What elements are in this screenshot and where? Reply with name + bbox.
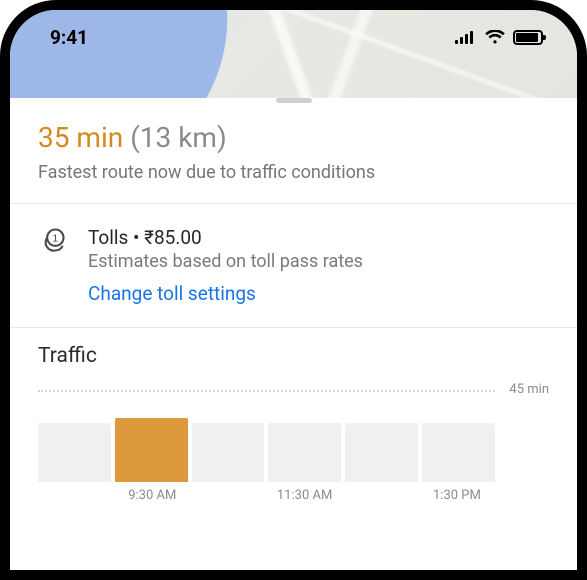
chart-bars [38, 390, 549, 482]
toll-text: Tolls • ₹85.00 Estimates based on toll p… [88, 226, 549, 305]
device-frame: 9:41 35 min (13 km) Fastest route now du… [0, 0, 587, 580]
toll-coin-icon: 1 [38, 226, 68, 305]
chart-x-tick [343, 488, 419, 503]
status-time: 9:41 [50, 26, 88, 49]
chart-bar[interactable] [38, 423, 111, 482]
chart-bar[interactable] [115, 418, 188, 482]
change-toll-settings-link[interactable]: Change toll settings [88, 282, 256, 305]
toll-row: 1 Tolls • ₹85.00 Estimates based on toll… [10, 204, 577, 327]
chart-x-tick: 11:30 AM [267, 488, 343, 503]
route-distance: (13 km) [130, 121, 227, 154]
status-indicators [455, 30, 543, 45]
chart-x-tick: 9:30 AM [114, 488, 190, 503]
route-subtitle: Fastest route now due to traffic conditi… [38, 162, 549, 183]
chart-gridline [38, 390, 495, 392]
wifi-icon [485, 30, 505, 44]
svg-text:1: 1 [52, 233, 58, 245]
map-preview[interactable]: 9:41 [10, 10, 577, 98]
chart-bar[interactable] [268, 423, 341, 482]
chart-bar[interactable] [192, 423, 265, 482]
chart-x-tick: 1:30 PM [419, 488, 495, 503]
route-duration: 35 min [38, 121, 123, 154]
route-header: 35 min (13 km) Fastest route now due to … [10, 103, 577, 203]
traffic-section: Traffic 45 min 9:30 AM 11:30 AM 1:30 PM [10, 328, 577, 513]
toll-subtitle: Estimates based on toll pass rates [88, 251, 549, 272]
chart-bar[interactable] [422, 423, 495, 482]
chart-x-tick [190, 488, 266, 503]
chart-x-tick [38, 488, 114, 503]
chart-x-axis: 9:30 AM 11:30 AM 1:30 PM [38, 488, 549, 503]
route-summary: 35 min (13 km) [38, 121, 549, 154]
toll-title: Tolls • ₹85.00 [88, 226, 549, 249]
battery-icon [513, 30, 543, 45]
status-bar: 9:41 [10, 10, 577, 58]
chart-bar[interactable] [345, 423, 418, 482]
traffic-title: Traffic [38, 344, 549, 368]
traffic-chart: 45 min 9:30 AM11:30 AM1:30 PM [38, 390, 549, 503]
cellular-signal-icon [455, 30, 477, 44]
route-sheet[interactable]: 35 min (13 km) Fastest route now due to … [10, 98, 577, 513]
chart-grid-label: 45 min [509, 382, 549, 397]
